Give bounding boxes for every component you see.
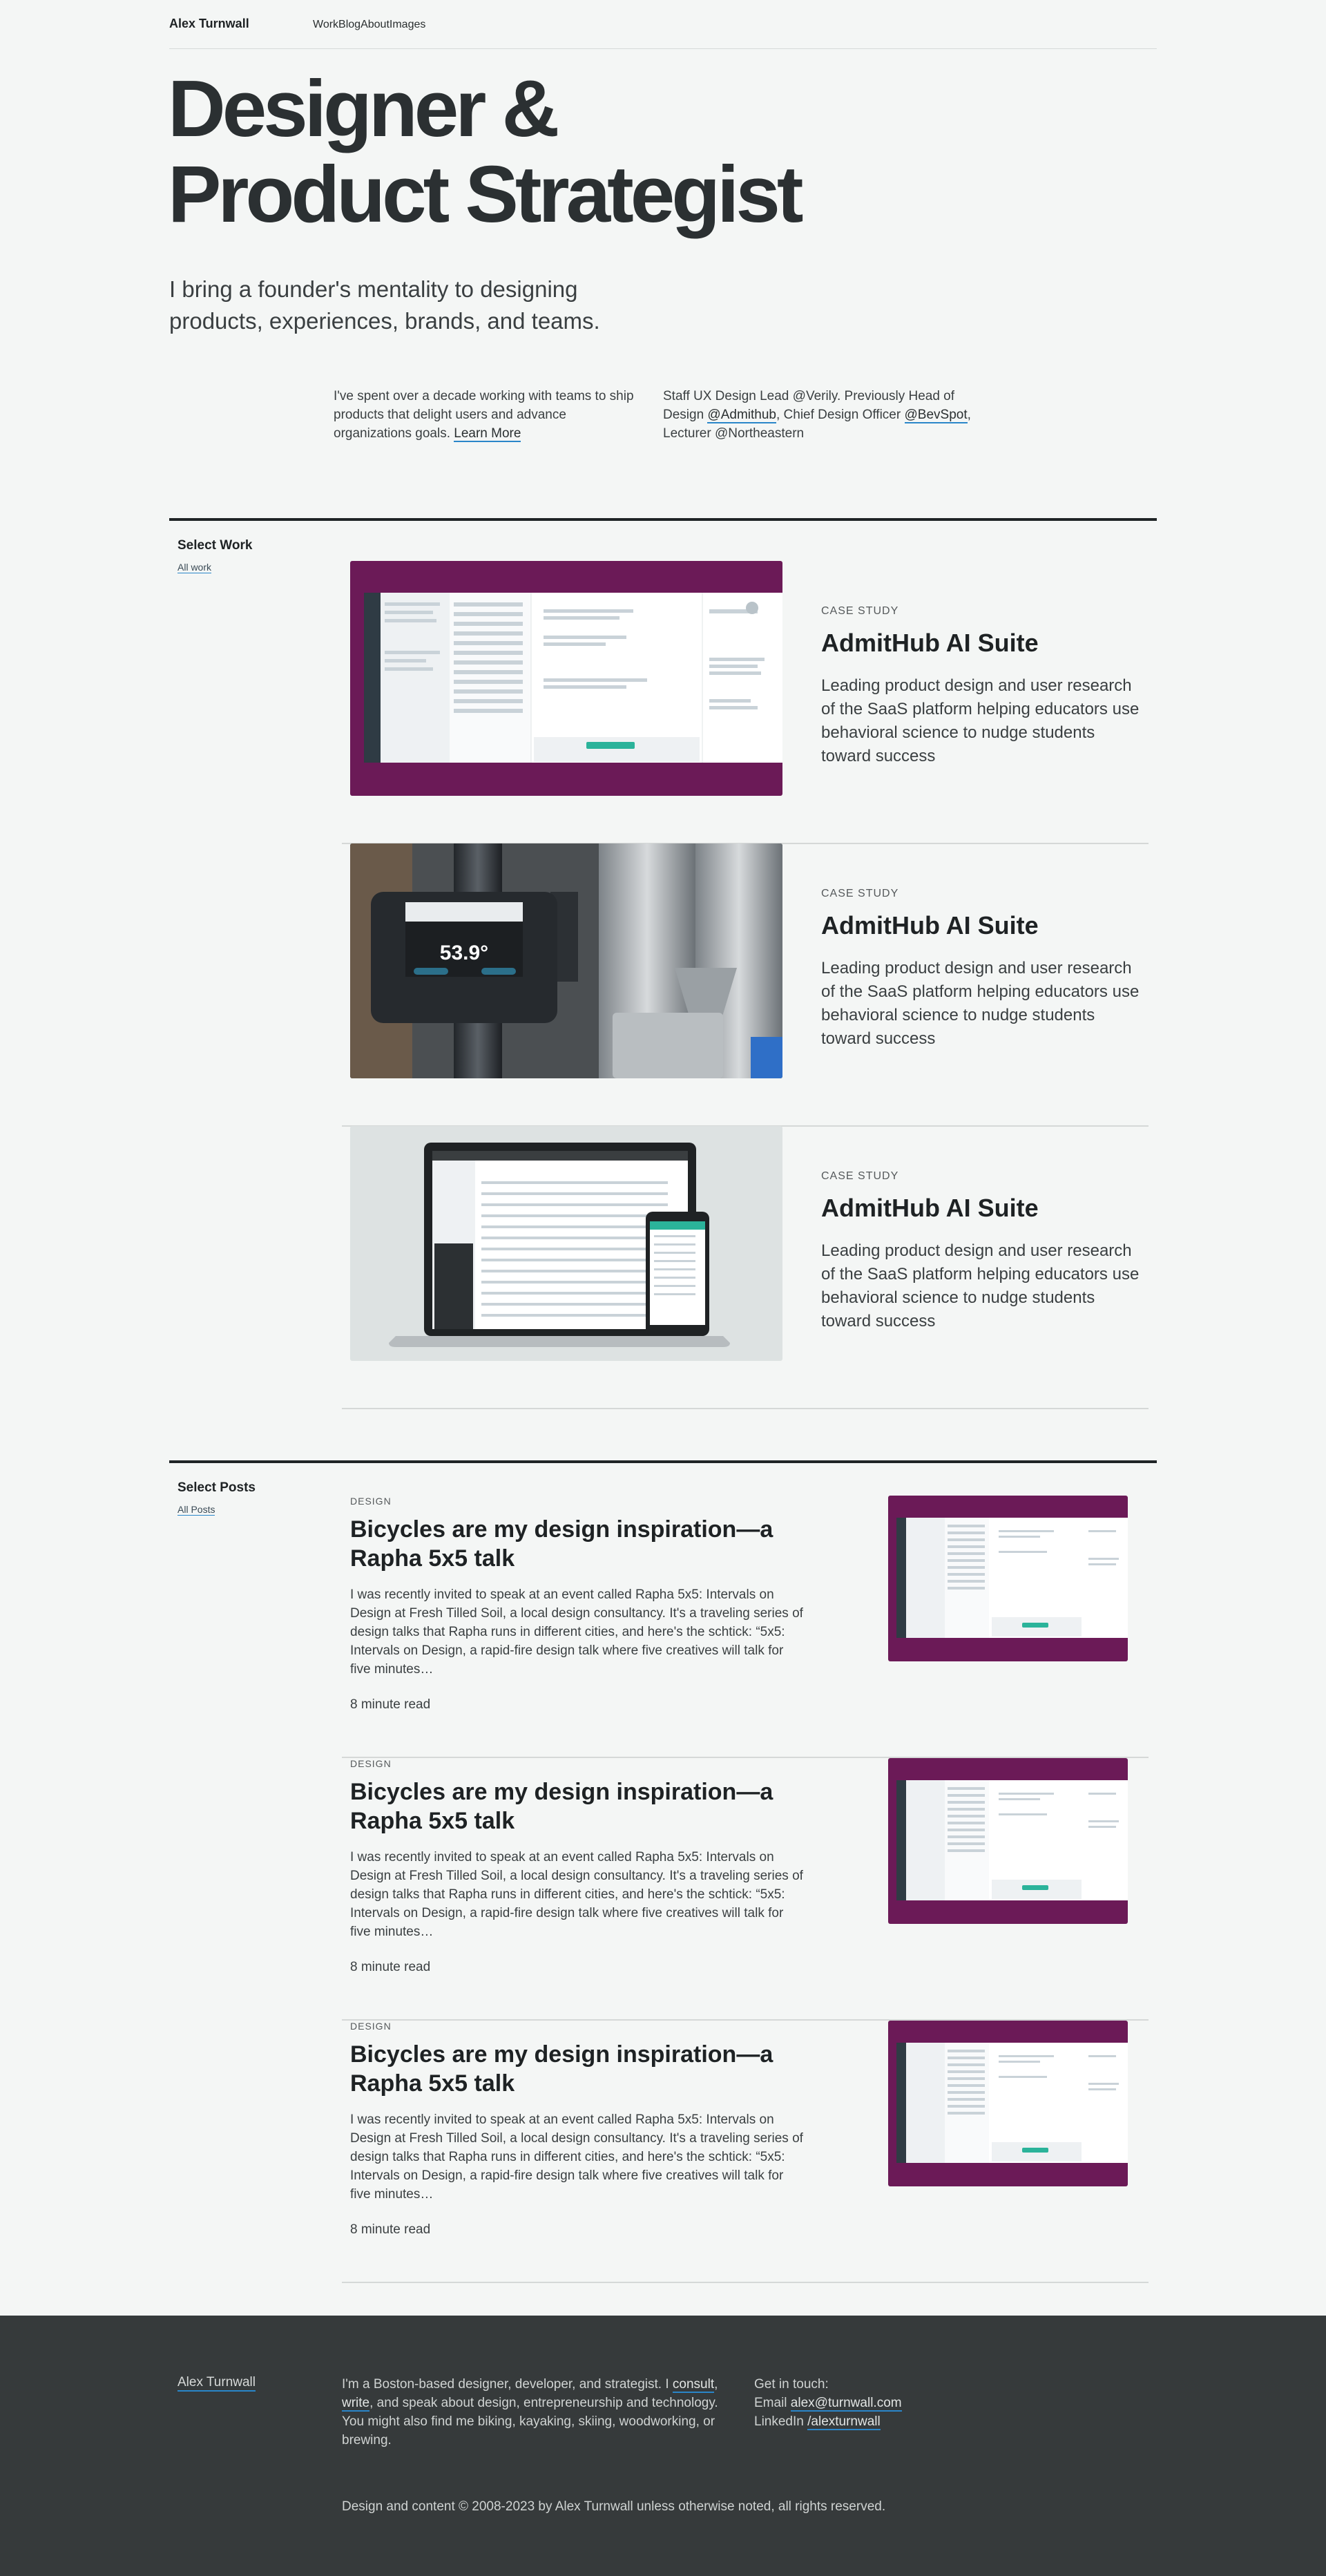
post-kicker: DESIGN: [350, 1758, 392, 1769]
footer-bio-text-3: , and speak about design, entrepreneursh…: [342, 2396, 718, 2448]
post-kicker: DESIGN: [350, 2021, 392, 2032]
post-kicker: DESIGN: [350, 1496, 392, 1507]
admithub-app-screenshot: [888, 2021, 1128, 2186]
intro-right-text-2: , Chief Design Officer: [776, 408, 905, 422]
top-nav: Alex Turnwall Work Blog About Images: [169, 0, 1157, 49]
all-work-link[interactable]: All work: [177, 562, 212, 573]
work-kicker: CASE STUDY: [821, 888, 899, 899]
intro-right: Staff UX Design Lead @Verily. Previously…: [663, 387, 988, 443]
work-description: Leading product design and user research…: [821, 676, 1140, 765]
footer-contact: Get in touch: Email alex@turnwall.com Li…: [754, 2375, 902, 2431]
learn-more-link[interactable]: Learn More: [454, 426, 521, 442]
post-title[interactable]: Bicycles are my design inspiration—a Rap…: [350, 1777, 778, 1835]
post-thumbnail[interactable]: [888, 2021, 1128, 2186]
linkedin-label: LinkedIn: [754, 2414, 808, 2429]
footer-bio-text-1: I'm a Boston-based designer, developer, …: [342, 2377, 673, 2392]
admithub-app-screenshot: [888, 1758, 1128, 1924]
post-thumbnail[interactable]: [888, 1496, 1128, 1661]
post-read-time: 8 minute read: [350, 1697, 431, 1712]
post-thumbnail[interactable]: [888, 1758, 1128, 1924]
brewery-device-photo: 53.9°: [350, 843, 782, 1078]
brand-link[interactable]: Alex Turnwall: [169, 17, 249, 31]
post-item[interactable]: DESIGN Bicycles are my design inspiratio…: [342, 2021, 1149, 2283]
work-description: Leading product design and user research…: [821, 959, 1140, 1048]
hero-title-line2: Product Strategist: [168, 149, 803, 239]
post-title[interactable]: Bicycles are my design inspiration—a Rap…: [350, 1515, 778, 1573]
device-temperature: 53.9°: [440, 942, 488, 964]
intro-left: I've spent over a decade working with te…: [334, 387, 644, 443]
email-label: Email: [754, 2396, 791, 2410]
work-thumbnail[interactable]: [350, 1126, 782, 1361]
bevspot-link[interactable]: @BevSpot: [904, 408, 968, 423]
work-section-rule: [169, 518, 1157, 521]
post-excerpt: I was recently invited to speak at an ev…: [350, 2112, 803, 2202]
nav-work[interactable]: Work: [313, 19, 338, 31]
footer-copyright: Design and content © 2008-2023 by Alex T…: [342, 2499, 886, 2514]
all-posts-link[interactable]: All Posts: [177, 1504, 215, 1516]
footer-bio-text-2: ,: [714, 2377, 718, 2392]
main-nav: Work Blog About Images: [313, 19, 425, 31]
consult-link[interactable]: consult: [672, 2377, 715, 2393]
work-title[interactable]: AdmitHub AI Suite: [821, 911, 1039, 940]
nav-images[interactable]: Images: [390, 19, 425, 31]
work-description: Leading product design and user research…: [821, 1241, 1140, 1330]
post-excerpt: I was recently invited to speak at an ev…: [350, 1587, 803, 1677]
admithub-app-screenshot: [888, 1496, 1128, 1661]
work-section-label: Select Work: [177, 538, 253, 553]
posts-section-rule: [169, 1460, 1157, 1463]
footer-name-link[interactable]: Alex Turnwall: [177, 2375, 256, 2392]
post-excerpt: I was recently invited to speak at an ev…: [350, 1850, 803, 1939]
post-item[interactable]: DESIGN Bicycles are my design inspiratio…: [342, 1496, 1149, 1758]
work-title[interactable]: AdmitHub AI Suite: [821, 1194, 1039, 1223]
laptop-phone-mockup: [350, 1126, 782, 1361]
post-item[interactable]: DESIGN Bicycles are my design inspiratio…: [342, 1758, 1149, 2021]
linkedin-row: LinkedIn /alexturnwall: [754, 2412, 902, 2431]
work-item[interactable]: CASE STUDY AdmitHub AI Suite Leading pro…: [342, 561, 1149, 844]
footer: Alex Turnwall I'm a Boston-based designe…: [0, 2316, 1326, 2576]
hero-title-line1: Designer &: [168, 64, 559, 153]
hero-title: Designer & Product Strategist: [168, 66, 997, 237]
admithub-link[interactable]: @Admithub: [707, 408, 776, 423]
work-item[interactable]: 53.9° CASE STUDY AdmitHub AI Suite Leadi…: [342, 843, 1149, 1127]
work-kicker: CASE STUDY: [821, 605, 899, 617]
work-item[interactable]: CASE STUDY AdmitHub AI Suite Leading pro…: [342, 1126, 1149, 1409]
contact-heading: Get in touch:: [754, 2377, 829, 2392]
work-kicker: CASE STUDY: [821, 1170, 899, 1182]
nav-about[interactable]: About: [361, 19, 390, 31]
post-read-time: 8 minute read: [350, 2222, 431, 2237]
email-link[interactable]: alex@turnwall.com: [790, 2396, 902, 2412]
work-title[interactable]: AdmitHub AI Suite: [821, 629, 1039, 658]
post-read-time: 8 minute read: [350, 1960, 431, 1974]
write-link[interactable]: write: [342, 2396, 370, 2412]
post-title[interactable]: Bicycles are my design inspiration—a Rap…: [350, 2040, 778, 2098]
email-row: Email alex@turnwall.com: [754, 2394, 902, 2412]
posts-section-label: Select Posts: [177, 1480, 256, 1495]
work-thumbnail[interactable]: [350, 561, 782, 796]
footer-bio: I'm a Boston-based designer, developer, …: [342, 2375, 729, 2450]
admithub-app-screenshot: [350, 561, 782, 796]
linkedin-link[interactable]: /alexturnwall: [807, 2414, 881, 2430]
nav-blog[interactable]: Blog: [338, 19, 361, 31]
hero-subtitle: I bring a founder's mentality to designi…: [169, 276, 600, 334]
work-thumbnail[interactable]: 53.9°: [350, 843, 782, 1078]
